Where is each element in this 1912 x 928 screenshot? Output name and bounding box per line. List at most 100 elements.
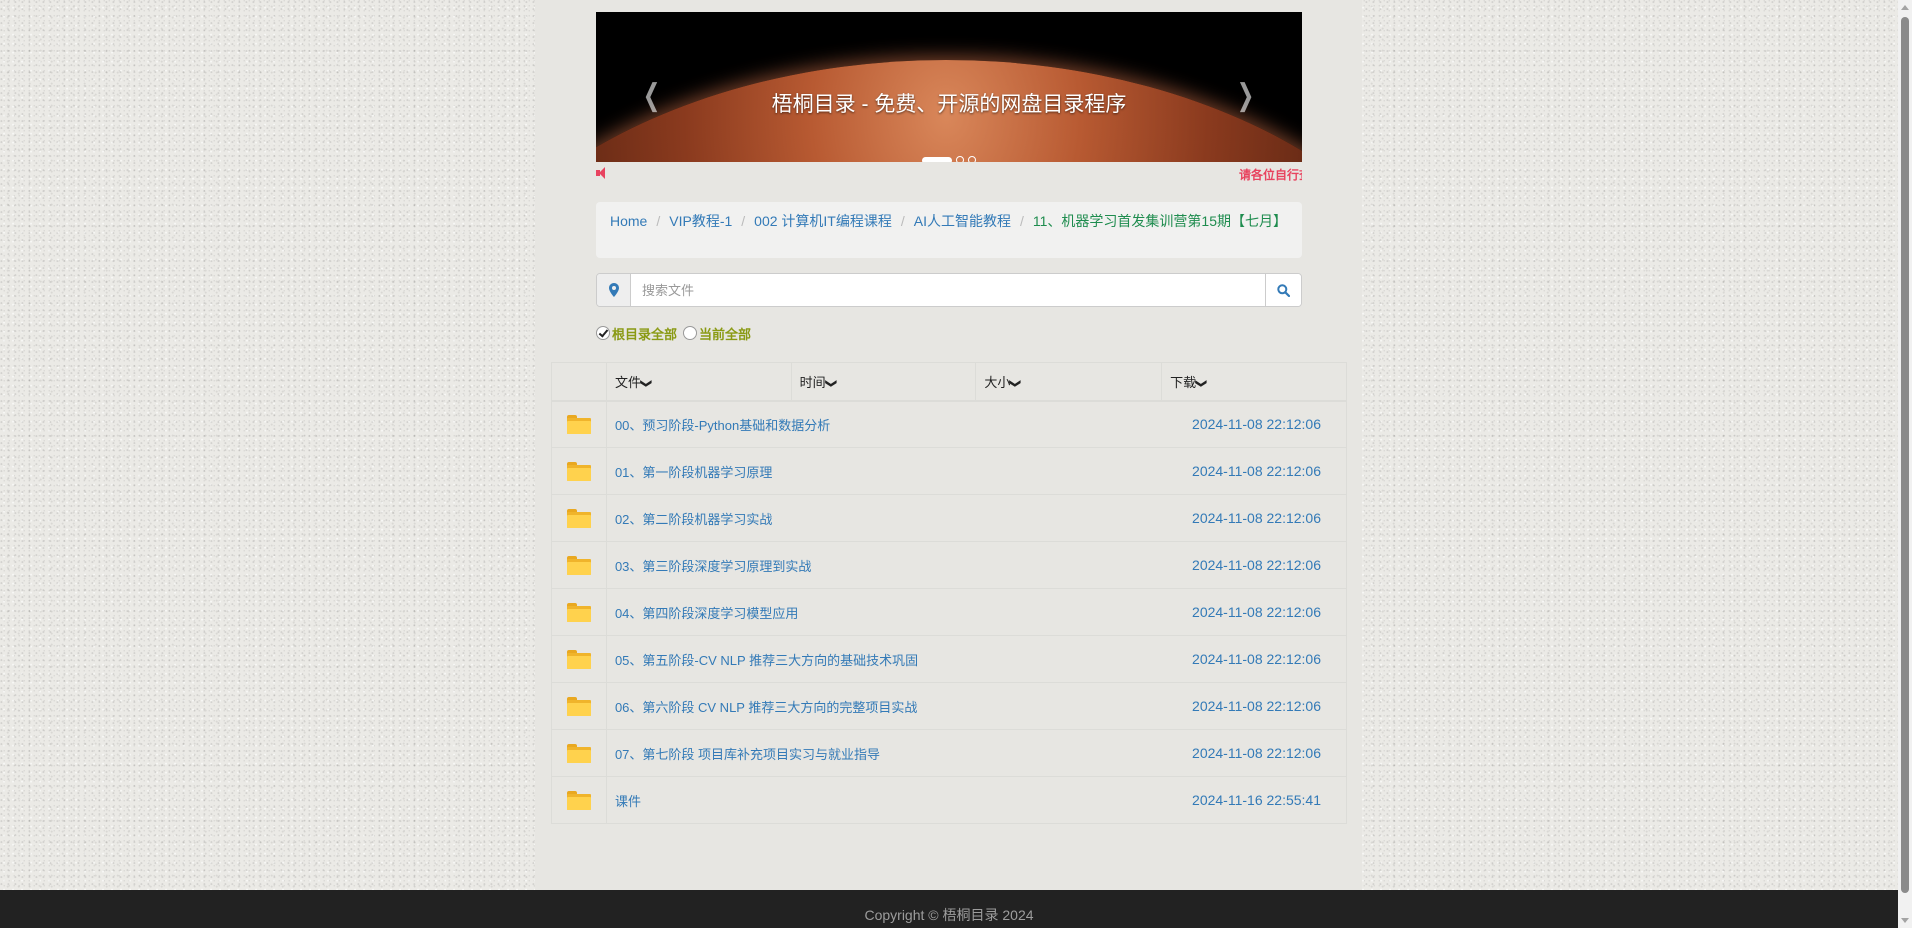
folder-icon: [566, 696, 591, 716]
folder-icon: [566, 649, 591, 669]
folder-link[interactable]: 01、第一阶段机器学习原理: [615, 465, 772, 480]
table-row[interactable]: 04、第四阶段深度学习模型应用 2024-11-08 22:12:06: [551, 588, 1347, 636]
folder-link[interactable]: 04、第四阶段深度学习模型应用: [615, 606, 798, 621]
radio-root-all[interactable]: [596, 326, 610, 340]
folder-icon: [566, 555, 591, 575]
sort-by-time[interactable]: 时间❯: [790, 362, 977, 402]
table-row[interactable]: 01、第一阶段机器学习原理 2024-11-08 22:12:06: [551, 447, 1347, 495]
header-icon-col: [551, 362, 607, 402]
folder-link[interactable]: 00、预习阶段-Python基础和数据分析: [615, 418, 830, 433]
table-row[interactable]: 02、第二阶段机器学习实战 2024-11-08 22:12:06: [551, 494, 1347, 542]
folder-icon: [566, 743, 591, 763]
file-time-cell: 2024-11-08 22:12:06: [1161, 729, 1347, 777]
file-name-cell: 05、第五阶段-CV NLP 推荐三大方向的基础技术巩固: [606, 635, 1162, 683]
main-container: 梧桐目录 - 免费、开源的网盘目录程序 ❮ ❯ 请各位自行查看目录，请 Home…: [535, 0, 1362, 890]
folder-icon: [566, 790, 591, 810]
sort-by-download[interactable]: 下载❯: [1161, 362, 1347, 402]
table-row[interactable]: 03、第三阶段深度学习原理到实战 2024-11-08 22:12:06: [551, 541, 1347, 589]
file-time-cell: 2024-11-08 22:12:06: [1161, 541, 1347, 589]
breadcrumb-current: 11、机器学习首发集训营第15期【七月】: [1032, 213, 1287, 229]
folder-icon-cell: [551, 588, 607, 636]
file-time-cell: 2024-11-08 22:12:06: [1161, 400, 1347, 448]
carousel-indicators: [596, 156, 1302, 162]
search-scope-filters: 根目录全部 当前全部: [596, 324, 757, 342]
filter-root-all[interactable]: 根目录全部: [596, 324, 677, 343]
carousel-indicator-1[interactable]: [922, 156, 952, 162]
folder-link[interactable]: 03、第三阶段深度学习原理到实战: [615, 559, 811, 574]
copyright-text: Copyright © 梧桐目录 2024: [864, 907, 1034, 923]
carousel-indicator-2[interactable]: [956, 156, 964, 162]
breadcrumb: Home / VIP教程-1/002 计算机IT编程课程 / AI人工智能教程/11、机…: [596, 202, 1302, 258]
carousel-caption: 梧桐目录 - 免费、开源的网盘目录程序: [771, 93, 1127, 116]
file-name-cell: 02、第二阶段机器学习实战: [606, 494, 1162, 542]
footer: Copyright © 梧桐目录 2024: [0, 890, 1898, 928]
breadcrumb-it-courses[interactable]: 002 计算机IT编程课程: [754, 213, 892, 229]
folder-icon-cell: [551, 400, 607, 448]
map-marker-icon: [597, 274, 631, 306]
search-button[interactable]: [1265, 274, 1301, 306]
folder-link[interactable]: 07、第七阶段 项目库补充项目实习与就业指导: [615, 747, 880, 762]
page-scrollbar[interactable]: [1898, 0, 1912, 928]
banner-carousel[interactable]: 梧桐目录 - 免费、开源的网盘目录程序 ❮ ❯: [596, 12, 1302, 162]
table-row[interactable]: 00、预习阶段-Python基础和数据分析 2024-11-08 22:12:06: [551, 400, 1347, 448]
file-name-cell: 06、第六阶段 CV NLP 推荐三大方向的完整项目实战: [606, 682, 1162, 730]
table-row[interactable]: 课件 2024-11-16 22:55:41: [551, 776, 1347, 824]
file-name-cell: 00、预习阶段-Python基础和数据分析: [606, 400, 1162, 448]
scroll-thumb[interactable]: [1901, 17, 1909, 893]
folder-icon: [566, 414, 591, 434]
chevron-right-icon: ❯: [1237, 78, 1255, 113]
breadcrumb-home[interactable]: Home: [610, 213, 647, 229]
file-name-cell: 03、第三阶段深度学习原理到实战: [606, 541, 1162, 589]
search-bar: [596, 273, 1302, 307]
breadcrumb-ai[interactable]: AI人工智能教程: [914, 213, 1011, 229]
folder-link[interactable]: 05、第五阶段-CV NLP 推荐三大方向的基础技术巩固: [615, 653, 918, 668]
folder-link[interactable]: 02、第二阶段机器学习实战: [615, 512, 772, 527]
file-time-cell: 2024-11-08 22:12:06: [1161, 635, 1347, 683]
file-name-cell: 07、第七阶段 项目库补充项目实习与就业指导: [606, 729, 1162, 777]
scroll-up-arrow-icon[interactable]: [1901, 5, 1909, 10]
carousel-indicator-3[interactable]: [968, 156, 976, 162]
folder-icon-cell: [551, 447, 607, 495]
file-name-cell: 01、第一阶段机器学习原理: [606, 447, 1162, 495]
chevron-down-icon: ❯: [1195, 378, 1208, 388]
carousel-prev-button[interactable]: ❮: [632, 76, 672, 116]
scroll-down-arrow-icon[interactable]: [1901, 918, 1909, 923]
search-icon: [1277, 283, 1290, 297]
chevron-down-icon: ❯: [640, 378, 653, 388]
folder-icon-cell: [551, 635, 607, 683]
folder-icon-cell: [551, 494, 607, 542]
folder-icon-cell: [551, 682, 607, 730]
folder-icon-cell: [551, 729, 607, 777]
filter-current-all-label: 当前全部: [699, 326, 752, 342]
notice-marquee: 请各位自行查看目录，请: [596, 166, 1302, 184]
table-row[interactable]: 06、第六阶段 CV NLP 推荐三大方向的完整项目实战 2024-11-08 2…: [551, 682, 1347, 730]
folder-link[interactable]: 课件: [615, 794, 641, 809]
notice-text: 请各位自行查看目录，请: [1239, 168, 1302, 182]
file-time-cell: 2024-11-16 22:55:41: [1161, 776, 1347, 824]
filter-root-all-label: 根目录全部: [612, 326, 678, 342]
folder-icon: [566, 602, 591, 622]
table-row[interactable]: 05、第五阶段-CV NLP 推荐三大方向的基础技术巩固 2024-11-08 2…: [551, 635, 1347, 683]
carousel-next-button[interactable]: ❯: [1226, 76, 1266, 116]
file-name-cell: 04、第四阶段深度学习模型应用: [606, 588, 1162, 636]
table-row[interactable]: 07、第七阶段 项目库补充项目实习与就业指导 2024-11-08 22:12:0…: [551, 729, 1347, 777]
folder-icon-cell: [551, 776, 607, 824]
file-time-cell: 2024-11-08 22:12:06: [1161, 682, 1347, 730]
chevron-down-icon: ❯: [824, 378, 837, 388]
volume-icon: [596, 167, 607, 179]
table-header-row: 文件❯ 时间❯ 大小❯ 下载❯: [551, 362, 1347, 402]
folder-link[interactable]: 06、第六阶段 CV NLP 推荐三大方向的完整项目实战: [615, 700, 917, 715]
radio-current-all[interactable]: [683, 326, 698, 340]
chevron-left-icon: ❮: [643, 78, 661, 113]
folder-icon: [566, 461, 591, 481]
sort-by-name[interactable]: 文件❯: [605, 362, 792, 402]
folder-icon: [566, 508, 591, 528]
sort-by-size[interactable]: 大小❯: [975, 362, 1163, 402]
filter-current-all[interactable]: 当前全部: [683, 324, 751, 343]
chevron-down-icon: ❯: [1009, 378, 1022, 388]
breadcrumb-vip[interactable]: VIP教程-1: [669, 213, 732, 229]
file-time-cell: 2024-11-08 22:12:06: [1161, 447, 1347, 495]
file-time-cell: 2024-11-08 22:12:06: [1161, 588, 1347, 636]
search-input[interactable]: [631, 274, 1267, 306]
file-table: 文件❯ 时间❯ 大小❯ 下载❯ 00、预习阶段-Python基础和数据分析 202…: [551, 362, 1347, 824]
